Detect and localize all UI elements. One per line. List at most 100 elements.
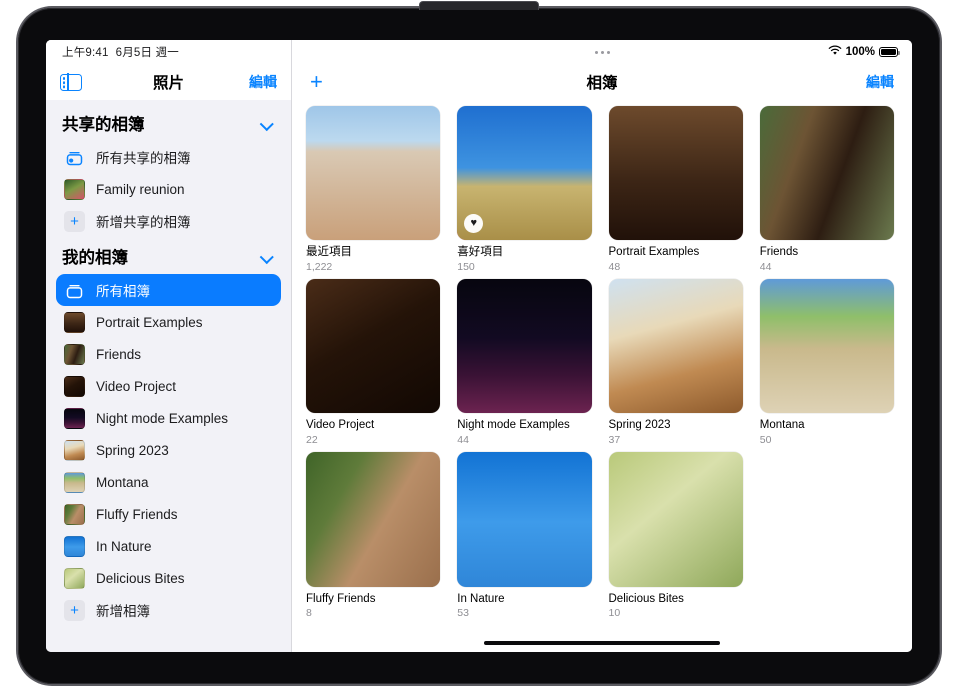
- main-panel: 100% + 相簿 編輯 最近項目 1,222 ♥ 喜好項目 150 Portrait E…: [292, 40, 912, 652]
- sidebar-item-label: Friends: [96, 346, 142, 362]
- album-cell-night-mode-examples[interactable]: Night mode Examples 44: [457, 279, 592, 446]
- sidebar-item-label: 所有相簿: [96, 284, 150, 299]
- album-thumbnail-icon: [64, 311, 85, 333]
- sidebar-item-spring-2023[interactable]: Spring 2023: [56, 434, 281, 466]
- album-name: Fluffy Friends: [306, 592, 376, 605]
- album-artwork: [608, 452, 743, 587]
- album-cell-montana[interactable]: Montana 50: [759, 279, 894, 446]
- album-artwork: [306, 452, 441, 587]
- sidebar-item-label: Night mode Examples: [96, 410, 229, 426]
- album-artwork: [457, 452, 592, 587]
- sidebar-scroll-area[interactable]: 共享的相簿 所有共享的相簿 Family reunion + 新增共享的相簿我的相簿所有…: [46, 100, 291, 652]
- album-thumbnail-icon: [64, 407, 85, 429]
- album-count: 22: [306, 433, 318, 446]
- album-name: 最近項目: [306, 246, 352, 259]
- album-count: 44: [759, 260, 772, 273]
- sidebar-item-label: Delicious Bites: [96, 570, 185, 586]
- page-title: 相簿: [586, 75, 618, 92]
- sidebar-item-label: Video Project: [96, 378, 177, 394]
- ipad-screen: 上午9:41 6月5日 週一 照片 編輯 共享的相簿 所有共享的相簿 Family …: [46, 40, 912, 652]
- album-count: 50: [759, 433, 772, 446]
- add-album-button[interactable]: +: [310, 71, 323, 93]
- album-cell-album[interactable]: 最近項目 1,222: [306, 106, 441, 273]
- sidebar-section-header-shared-albums[interactable]: 共享的相簿: [46, 104, 291, 141]
- album-thumbnail[interactable]: [608, 279, 743, 414]
- album-cell-album[interactable]: ♥ 喜好項目 150: [457, 106, 592, 273]
- album-name: Montana: [759, 419, 805, 432]
- status-bar-right: 100%: [292, 40, 912, 64]
- album-count: 44: [457, 433, 469, 446]
- album-thumbnail-icon: [64, 471, 85, 493]
- multitask-dots-icon[interactable]: [292, 40, 912, 64]
- home-indicator[interactable]: [292, 634, 912, 652]
- album-thumbnail[interactable]: ♥: [457, 106, 592, 241]
- sidebar-item-item[interactable]: + 新增共享的相簿: [56, 205, 281, 237]
- album-cell-in-nature[interactable]: In Nature 53: [457, 452, 592, 620]
- sidebar-section-header-my-albums[interactable]: 我的相簿: [46, 237, 291, 274]
- album-grid: 最近項目 1,222 ♥ 喜好項目 150 Portrait Examples 48 Frie…: [292, 100, 912, 634]
- sidebar: 上午9:41 6月5日 週一 照片 編輯 共享的相簿 所有共享的相簿 Family …: [46, 40, 292, 652]
- sidebar-item-delicious-bites[interactable]: Delicious Bites: [56, 562, 281, 594]
- album-count: 53: [457, 607, 469, 620]
- album-count: 37: [608, 433, 621, 446]
- sidebar-item-label: 新增共享的相簿: [96, 215, 191, 230]
- chevron-down-icon[interactable]: [262, 118, 273, 129]
- sidebar-item-video-project[interactable]: Video Project: [56, 370, 281, 402]
- album-thumbnail-icon: [64, 503, 85, 525]
- sidebar-item-item[interactable]: + 新增相簿: [56, 594, 281, 626]
- album-cell-video-project[interactable]: Video Project 22: [306, 279, 441, 446]
- sidebar-edit-button[interactable]: 編輯: [249, 72, 277, 92]
- album-cell-fluffy-friends[interactable]: Fluffy Friends 8: [306, 452, 441, 619]
- sidebar-item-fluffy-friends[interactable]: Fluffy Friends: [56, 498, 281, 530]
- status-time: 上午9:41: [62, 47, 109, 59]
- album-thumbnail[interactable]: [306, 279, 441, 414]
- album-cell-spring-2023[interactable]: Spring 2023 37: [608, 279, 743, 446]
- album-thumbnail[interactable]: [457, 452, 592, 587]
- main-edit-button[interactable]: 編輯: [866, 72, 894, 92]
- sidebar-item-family-reunion[interactable]: Family reunion: [56, 173, 281, 205]
- album-cell-delicious-bites[interactable]: Delicious Bites 10: [608, 452, 743, 620]
- album-thumbnail-icon: [64, 567, 85, 589]
- camera-bump: [419, 1, 539, 10]
- sidebar-navbar: 照片 編輯: [46, 64, 291, 100]
- chevron-down-icon[interactable]: [262, 251, 273, 262]
- album-thumbnail[interactable]: [306, 452, 441, 587]
- album-count: 48: [608, 260, 621, 273]
- album-thumbnail[interactable]: [759, 279, 894, 414]
- album-count: 150: [457, 260, 475, 273]
- album-thumbnail-icon: [64, 439, 85, 461]
- sidebar-item-item[interactable]: 所有相簿: [56, 274, 281, 306]
- sidebar-item-friends[interactable]: Friends: [56, 338, 281, 370]
- album-cell-friends[interactable]: Friends 44: [759, 106, 894, 273]
- album-thumbnail[interactable]: [457, 279, 592, 414]
- sidebar-item-label: 新增相簿: [96, 604, 150, 619]
- sidebar-item-label: Family reunion: [96, 181, 185, 197]
- album-count: 10: [608, 607, 621, 620]
- plus-icon: +: [64, 210, 85, 232]
- album-name: In Nature: [457, 592, 505, 605]
- album-thumbnail[interactable]: [306, 106, 441, 241]
- shared-albums-icon: [64, 147, 85, 168]
- sidebar-item-item[interactable]: 所有共享的相簿: [56, 141, 281, 173]
- album-thumbnail-icon: [64, 535, 85, 557]
- album-thumbnail[interactable]: [608, 106, 743, 241]
- album-name: Delicious Bites: [608, 592, 684, 605]
- sidebar-item-montana[interactable]: Montana: [56, 466, 281, 498]
- album-cell-portrait-examples[interactable]: Portrait Examples 48: [608, 106, 743, 273]
- album-count: 1,222: [306, 260, 333, 273]
- plus-icon: +: [64, 599, 85, 621]
- album-name: Friends: [759, 246, 799, 259]
- sidebar-item-portrait-examples[interactable]: Portrait Examples: [56, 306, 281, 338]
- album-artwork: [608, 279, 743, 414]
- album-artwork: [457, 279, 592, 414]
- album-name: Portrait Examples: [608, 246, 700, 259]
- album-thumbnail[interactable]: [608, 452, 743, 587]
- sidebar-item-in-nature[interactable]: In Nature: [56, 530, 281, 562]
- sidebar-section-label: 我的相簿: [62, 249, 128, 267]
- sidebar-toggle-icon[interactable]: [60, 72, 82, 92]
- sidebar-item-night-mode-examples[interactable]: Night mode Examples: [56, 402, 281, 434]
- battery-icon: [879, 47, 901, 57]
- sidebar-item-label: In Nature: [96, 538, 152, 554]
- album-thumbnail[interactable]: [759, 106, 894, 241]
- album-artwork: [306, 106, 441, 241]
